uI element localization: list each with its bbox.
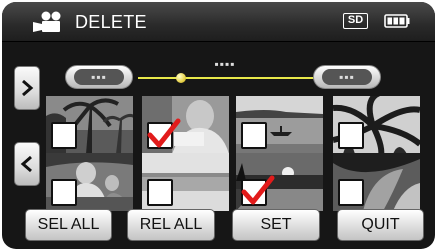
date-scrubber: ▪▪▪▪ ▪▪▪ ▪▪▪ [2, 42, 435, 92]
chevron-left-icon [20, 155, 32, 173]
thumbnail-3[interactable] [236, 96, 323, 154]
select-checkbox[interactable] [51, 179, 77, 206]
select-all-button[interactable]: SEL ALL [25, 209, 112, 241]
next-page-button[interactable] [14, 66, 40, 110]
checkmark-icon [147, 118, 181, 148]
thumbnail-2[interactable] [142, 96, 229, 154]
thumbnail-5[interactable] [46, 153, 133, 211]
video-camera-icon [33, 11, 61, 32]
scrubber-track[interactable] [138, 77, 314, 79]
header-bar: DELETE SD [2, 2, 435, 42]
set-button[interactable]: SET [232, 209, 320, 241]
next-date-label: ▪▪▪ [322, 69, 372, 85]
select-checkbox[interactable] [338, 122, 364, 149]
delete-screen: DELETE SD ▪▪▪▪ ▪▪▪ ▪▪▪ SEL ALL REL ALL S… [2, 2, 435, 249]
chevron-right-icon [22, 79, 34, 97]
next-date-button[interactable]: ▪▪▪ [313, 65, 381, 89]
select-checkbox[interactable] [51, 122, 77, 149]
select-checkbox[interactable] [147, 179, 173, 206]
sd-card-badge: SD [343, 13, 368, 29]
thumbnail-4[interactable] [333, 96, 420, 154]
select-checkbox[interactable] [241, 122, 267, 149]
position-counter: ▪▪▪▪ [214, 57, 236, 71]
thumbnail-1[interactable] [46, 96, 133, 154]
thumbnail-7[interactable] [236, 153, 323, 211]
checkmark-icon [241, 175, 275, 205]
battery-full-icon [384, 14, 410, 28]
previous-page-button[interactable] [14, 142, 40, 186]
scrubber-knob[interactable] [176, 73, 186, 83]
page-title: DELETE [75, 12, 147, 32]
quit-button[interactable]: QUIT [337, 209, 424, 241]
release-all-button[interactable]: REL ALL [127, 209, 215, 241]
select-checkbox[interactable] [338, 179, 364, 206]
thumbnail-6[interactable] [142, 153, 229, 211]
thumbnail-8[interactable] [333, 153, 420, 211]
previous-date-button[interactable]: ▪▪▪ [65, 65, 133, 89]
previous-date-label: ▪▪▪ [74, 69, 124, 85]
